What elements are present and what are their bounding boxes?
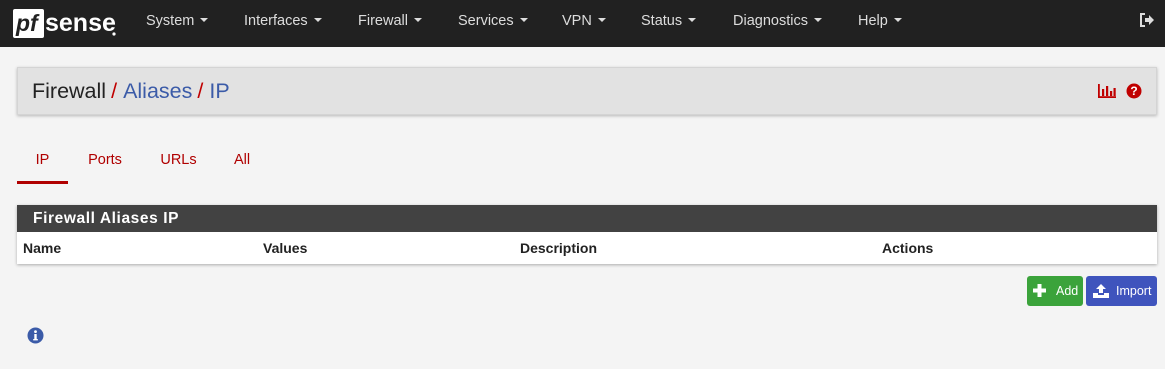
breadcrumb-ip-link[interactable]: IP xyxy=(209,79,229,103)
column-header-actions: Actions xyxy=(882,240,934,256)
caret-down-icon xyxy=(413,18,422,23)
tab-ports[interactable]: Ports xyxy=(82,152,128,184)
tab-all[interactable]: All xyxy=(228,152,256,184)
tab-ip[interactable]: IP xyxy=(17,152,68,184)
nav-system-label: System xyxy=(146,13,195,29)
nav-system[interactable]: System xyxy=(146,0,209,47)
caret-down-icon xyxy=(597,18,606,23)
breadcrumb-separator: / xyxy=(197,79,204,103)
tab-ip-label: IP xyxy=(35,152,50,168)
nav-vpn-label: VPN xyxy=(562,13,592,29)
nav-help[interactable]: Help xyxy=(858,0,902,47)
column-header-values: Values xyxy=(263,240,308,256)
tab-urls[interactable]: URLs xyxy=(155,152,202,184)
import-button[interactable]: Import xyxy=(1086,276,1157,306)
question-circle-icon[interactable]: ? xyxy=(1126,83,1142,99)
pfsense-logo[interactable]: pf sense xyxy=(13,6,117,40)
add-button-label: Add xyxy=(1056,284,1079,298)
caret-down-icon xyxy=(519,18,528,23)
nav-help-label: Help xyxy=(858,13,888,29)
caret-down-icon xyxy=(893,18,902,23)
nav-services[interactable]: Services xyxy=(458,0,528,47)
nav-diagnostics-label: Diagnostics xyxy=(733,13,808,29)
nav-firewall[interactable]: Firewall xyxy=(358,0,422,47)
breadcrumb: Firewall / Aliases / IP xyxy=(32,79,230,104)
nav-firewall-label: Firewall xyxy=(358,13,408,29)
tab-ports-label: Ports xyxy=(88,152,122,168)
svg-text:pf: pf xyxy=(15,10,40,36)
tab-urls-label: URLs xyxy=(160,152,197,168)
info-circle-icon[interactable] xyxy=(27,327,44,344)
nav-vpn[interactable]: VPN xyxy=(562,0,606,47)
caret-down-icon xyxy=(200,18,209,23)
breadcrumb-aliases-link[interactable]: Aliases xyxy=(123,79,192,103)
column-header-description: Description xyxy=(520,240,598,256)
caret-down-icon xyxy=(313,18,322,23)
breadcrumb-root: Firewall xyxy=(32,79,107,103)
nav-diagnostics[interactable]: Diagnostics xyxy=(733,0,822,47)
breadcrumb-panel: Firewall / Aliases / IP ? xyxy=(17,67,1157,115)
panel-title: Firewall Aliases IP xyxy=(17,205,1157,232)
upload-icon xyxy=(1093,284,1109,298)
svg-text:?: ? xyxy=(1130,84,1137,98)
nav-status-label: Status xyxy=(641,13,683,29)
svg-text:sense: sense xyxy=(45,9,116,37)
aliases-table-panel: Firewall Aliases IP Name Values Descript… xyxy=(17,205,1157,264)
nav-interfaces-label: Interfaces xyxy=(244,13,308,29)
breadcrumb-separator: / xyxy=(111,79,118,103)
caret-down-icon xyxy=(813,18,822,23)
nav-interfaces[interactable]: Interfaces xyxy=(244,0,322,47)
sign-out-icon[interactable] xyxy=(1139,12,1155,28)
top-navbar: pf sense System Interfaces Firewall Serv… xyxy=(0,0,1165,47)
nav-status[interactable]: Status xyxy=(641,0,697,47)
column-header-name: Name xyxy=(23,240,62,256)
nav-services-label: Services xyxy=(458,13,514,29)
add-button[interactable]: Add xyxy=(1027,276,1083,306)
import-button-label: Import xyxy=(1116,284,1152,298)
tab-all-label: All xyxy=(233,152,251,168)
plus-icon xyxy=(1033,284,1046,297)
bar-chart-icon[interactable] xyxy=(1097,83,1117,99)
caret-down-icon xyxy=(688,18,697,23)
